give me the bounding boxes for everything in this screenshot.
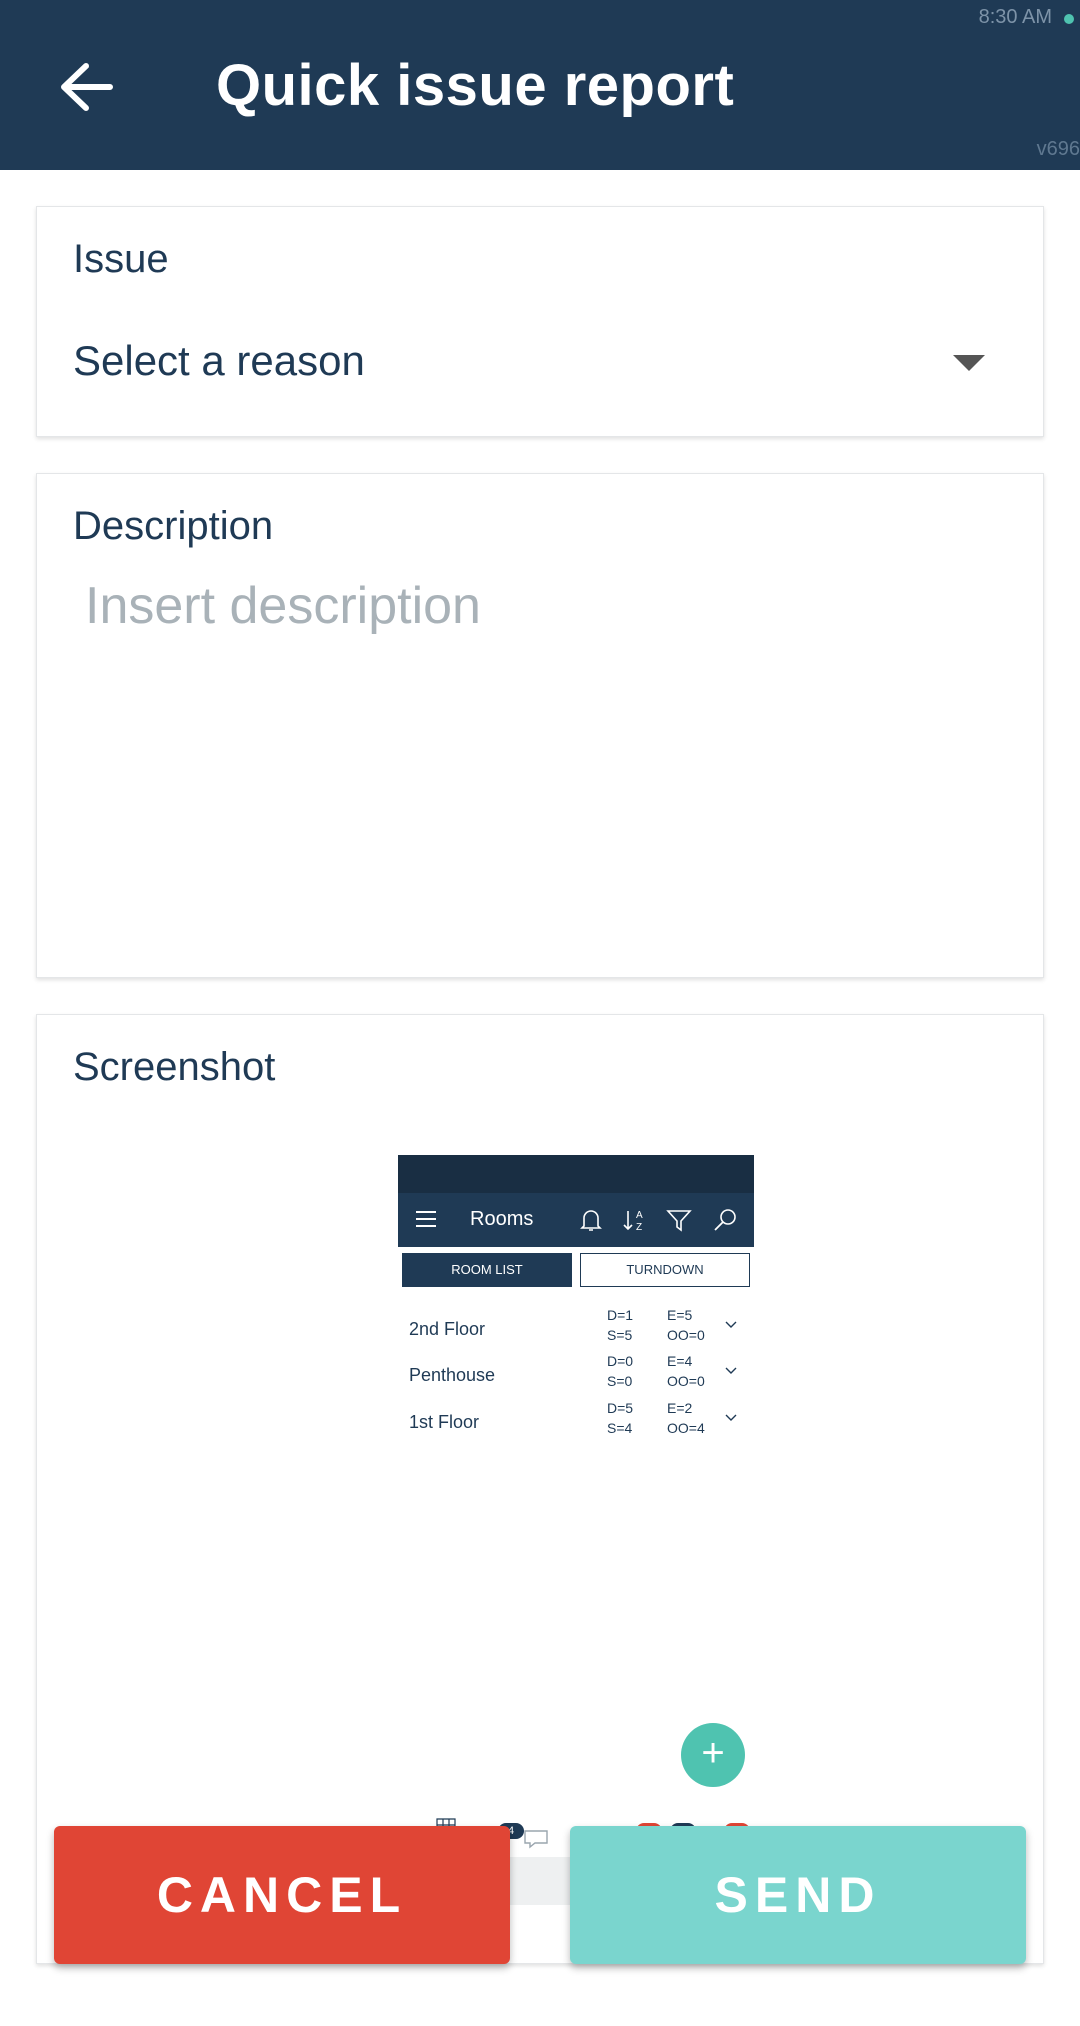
preview-floor-row: Penthouse D=0 E=4 S=0 OO=0 xyxy=(398,1351,754,1397)
preview-tab-room-list: ROOM LIST xyxy=(402,1253,572,1287)
floor-stat-e: E=2 xyxy=(667,1400,693,1416)
floor-name: 1st Floor xyxy=(409,1412,480,1432)
notification-dot-icon xyxy=(1064,14,1074,24)
cancel-button[interactable]: CANCEL xyxy=(54,1826,510,1964)
preview-app-bar: Rooms AZ xyxy=(398,1193,754,1247)
floor-stat-s: S=4 xyxy=(607,1420,633,1436)
reason-select[interactable]: Select a reason xyxy=(73,337,1007,397)
chat-icon xyxy=(524,1830,548,1849)
description-label: Description xyxy=(73,504,274,548)
floor-stat-oo: OO=4 xyxy=(667,1420,705,1436)
preview-floor-row: 2nd Floor D=1 E=5 S=5 OO=0 xyxy=(398,1305,754,1351)
send-button[interactable]: SEND xyxy=(570,1826,1026,1964)
floor-name: Penthouse xyxy=(409,1365,496,1385)
floor-stat-d: D=0 xyxy=(607,1353,634,1369)
floor-name: 2nd Floor xyxy=(409,1319,486,1339)
floor-stat-d: D=1 xyxy=(607,1307,634,1323)
preview-tab-turndown: TURNDOWN xyxy=(580,1253,750,1287)
issue-label: Issue xyxy=(73,237,169,281)
floor-stat-oo: OO=0 xyxy=(667,1373,705,1389)
svg-text:Z: Z xyxy=(636,1222,642,1233)
preview-floor-row: 1st Floor D=5 E=2 S=4 OO=4 xyxy=(398,1398,754,1444)
preview-status-bar xyxy=(398,1155,754,1193)
chevron-down-icon xyxy=(725,1321,737,1328)
preview-tabs: ROOM LIST TURNDOWN xyxy=(402,1253,750,1289)
screenshot-card: Screenshot Rooms AZ ROOM LIST TURNDOWN 2… xyxy=(36,1014,1044,1964)
reason-select-value: Select a reason xyxy=(73,337,365,384)
bell-icon xyxy=(580,1210,602,1231)
version-label: v696 xyxy=(1036,138,1080,160)
chevron-down-icon xyxy=(725,1367,737,1374)
filter-icon xyxy=(666,1210,692,1232)
floor-stat-s: S=0 xyxy=(607,1373,633,1389)
menu-icon xyxy=(416,1211,436,1227)
search-icon xyxy=(714,1209,736,1231)
dropdown-caret-icon xyxy=(953,355,985,371)
issue-card: Issue Select a reason xyxy=(36,206,1044,437)
description-input[interactable] xyxy=(85,576,1005,956)
preview-title: Rooms xyxy=(470,1208,534,1230)
screenshot-label: Screenshot xyxy=(73,1045,276,1089)
floor-stat-e: E=5 xyxy=(667,1307,693,1323)
floor-stat-s: S=5 xyxy=(607,1327,633,1343)
floor-stat-oo: OO=0 xyxy=(667,1327,705,1343)
back-arrow-icon[interactable] xyxy=(52,52,122,122)
svg-text:A: A xyxy=(636,1210,643,1221)
floor-stat-e: E=4 xyxy=(667,1353,693,1369)
floor-stat-d: D=5 xyxy=(607,1400,634,1416)
page-title: Quick issue report xyxy=(216,53,735,118)
app-bar: 8:30 AM Quick issue report v696 xyxy=(0,0,1080,170)
description-card: Description xyxy=(36,473,1044,978)
sort-az-icon: AZ xyxy=(623,1210,643,1233)
add-fab-icon: + xyxy=(681,1723,745,1787)
status-time: 8:30 AM xyxy=(978,6,1052,28)
screenshot-preview: Rooms AZ ROOM LIST TURNDOWN 2nd Floor D=… xyxy=(398,1155,754,1915)
chevron-down-icon xyxy=(725,1414,737,1421)
